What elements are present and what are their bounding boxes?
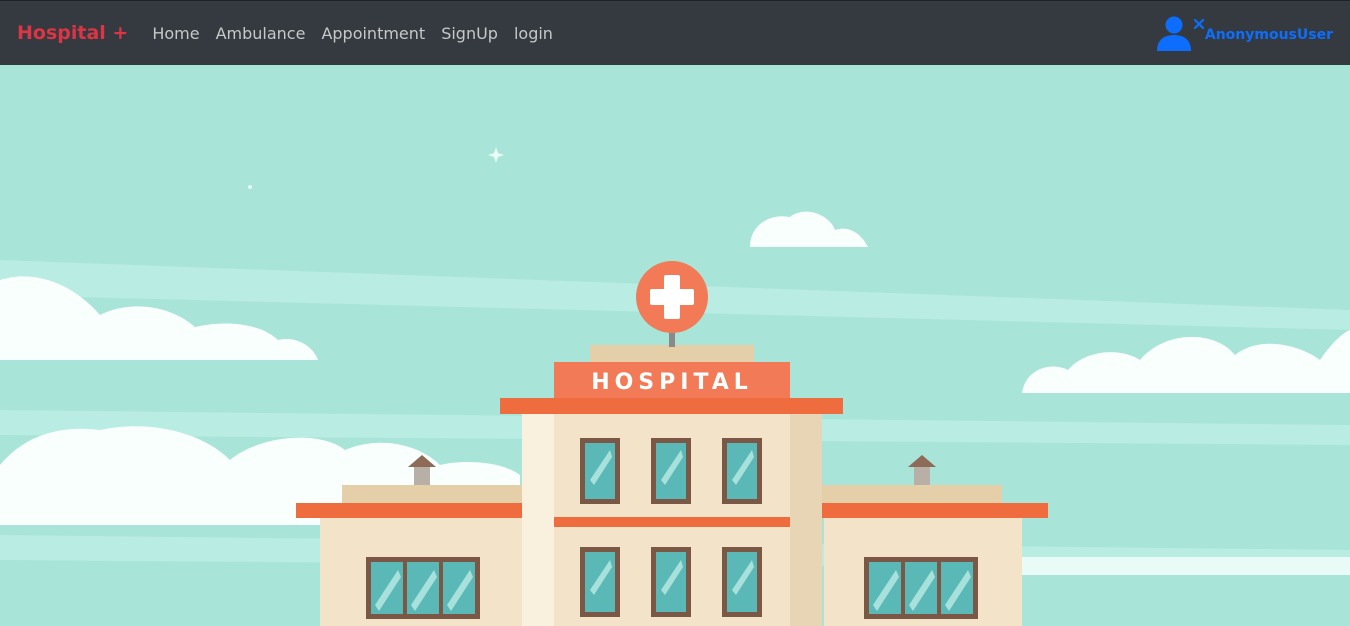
hospital-illustration: HOSPITAL: [0, 65, 1350, 626]
nav-link-signup[interactable]: SignUp: [441, 24, 498, 43]
navbar: Hospital + Home Ambulance Appointment Si…: [0, 0, 1350, 65]
user-icon[interactable]: [1156, 15, 1192, 51]
nav-link-login[interactable]: login: [514, 24, 553, 43]
username-label: AnonymousUser: [1204, 27, 1333, 43]
hospital-sign-text: HOSPITAL: [591, 370, 753, 395]
user-menu[interactable]: AnonymousUser: [1156, 15, 1333, 51]
hero-banner: HOSPITAL: [0, 65, 1350, 626]
nav-link-ambulance[interactable]: Ambulance: [216, 24, 306, 43]
brand-logo[interactable]: Hospital +: [17, 22, 128, 44]
close-icon[interactable]: [1193, 18, 1205, 30]
nav-link-appointment[interactable]: Appointment: [321, 24, 425, 43]
nav-link-home[interactable]: Home: [152, 24, 199, 43]
